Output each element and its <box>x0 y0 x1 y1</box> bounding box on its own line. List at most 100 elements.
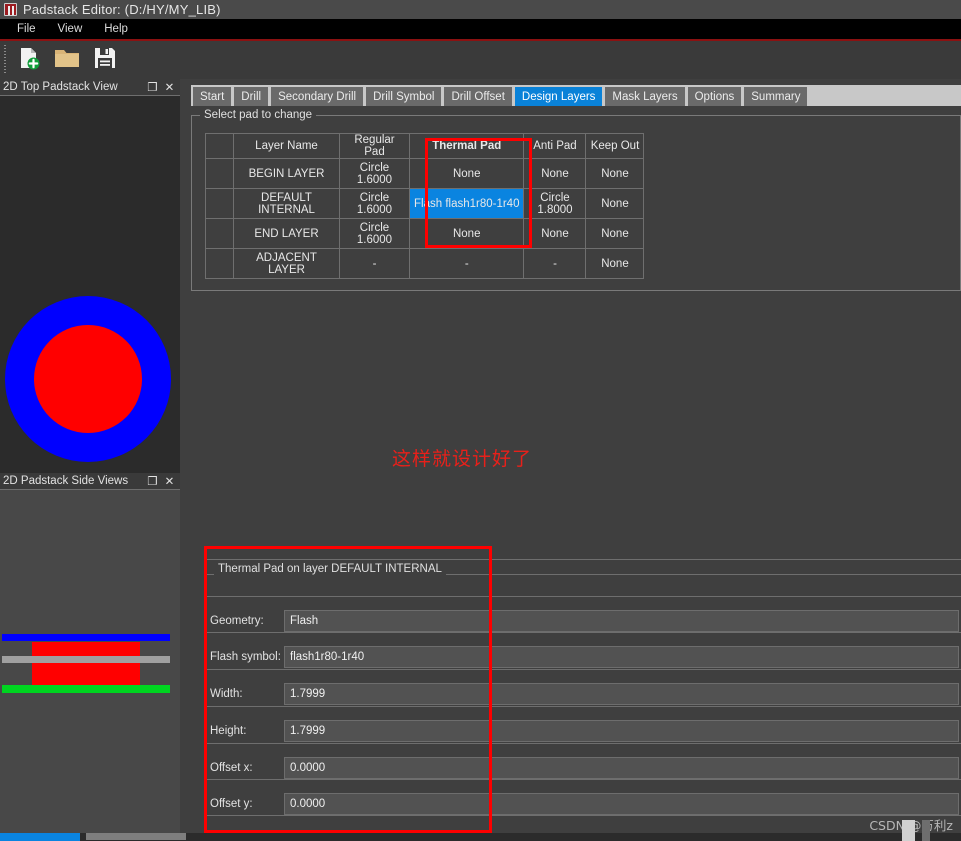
detail-form-legend: Thermal Pad on layer DEFAULT INTERNAL <box>214 563 446 575</box>
toolbar-drag-handle[interactable] <box>2 45 8 75</box>
cell-layer-name[interactable]: END LAYER <box>233 218 340 249</box>
row-selector[interactable] <box>205 188 234 219</box>
new-file-button[interactable] <box>12 43 46 77</box>
cell-anti-pad[interactable]: Circle 1.8000 <box>523 188 587 219</box>
cell-layer-name[interactable]: ADJACENT LAYER <box>233 248 340 279</box>
dock-title-top-view: 2D Top Padstack View ❐ ✕ <box>0 79 180 96</box>
tab-drill[interactable]: Drill <box>234 87 269 106</box>
top-padstack-canvas[interactable] <box>0 96 180 473</box>
row-selector[interactable] <box>205 248 234 279</box>
form-row-offset-y: Offset y: 0.0000 <box>206 791 959 817</box>
col-regular-pad[interactable]: Regular Pad <box>339 133 410 159</box>
col-keep-out[interactable]: Keep Out <box>585 133 645 159</box>
table-header-row: Layer Name Regular Pad Thermal Pad Anti … <box>205 133 645 159</box>
input-width[interactable]: 1.7999 <box>284 683 959 705</box>
label-width: Width: <box>210 688 243 700</box>
input-height[interactable]: 1.7999 <box>284 720 959 742</box>
cell-anti-pad[interactable]: None <box>523 218 587 249</box>
cell-regular-pad[interactable]: Circle 1.6000 <box>339 158 410 189</box>
col-thermal-pad[interactable]: Thermal Pad <box>408 133 525 159</box>
table-row[interactable]: BEGIN LAYER Circle 1.6000 None None None <box>205 158 645 189</box>
cell-keep-out[interactable]: None <box>585 248 645 279</box>
menu-bar: File View Help <box>0 19 961 39</box>
top-view-canvas-container[interactable] <box>0 96 180 473</box>
side-padstack-canvas[interactable] <box>0 490 180 833</box>
close-icon[interactable]: ✕ <box>161 80 178 95</box>
tab-strip: Start Drill Secondary Drill Drill Symbol… <box>191 85 961 106</box>
float-icon[interactable]: ❐ <box>144 80 161 95</box>
taskbar-item[interactable] <box>86 833 186 840</box>
menu-item-help[interactable]: Help <box>93 21 139 37</box>
bottom-taskbar-strip <box>0 820 961 841</box>
tab-drill-symbol[interactable]: Drill Symbol <box>366 87 442 106</box>
select-pad-legend: Select pad to change <box>200 109 317 121</box>
col-layer-name[interactable]: Layer Name <box>233 133 340 159</box>
cell-thermal-pad[interactable]: None <box>408 158 525 189</box>
cell-keep-out[interactable]: None <box>585 218 645 249</box>
input-geometry[interactable]: Flash <box>284 610 959 632</box>
label-flash-symbol: Flash symbol: <box>210 651 281 663</box>
table-row[interactable]: ADJACENT LAYER - - - None <box>205 248 645 279</box>
window-title: Padstack Editor: (D:/HY/MY_LIB) <box>23 2 221 17</box>
close-icon[interactable]: ✕ <box>161 474 178 489</box>
float-icon[interactable]: ❐ <box>144 474 161 489</box>
table-row[interactable]: END LAYER Circle 1.6000 None None None <box>205 218 645 249</box>
tab-design-layers[interactable]: Design Layers <box>514 87 603 106</box>
cell-regular-pad[interactable]: Circle 1.6000 <box>339 218 410 249</box>
cell-layer-name[interactable]: DEFAULT INTERNAL <box>233 188 340 219</box>
form-row-geometry: Geometry: Flash <box>206 608 959 634</box>
application-window: Padstack Editor: (D:/HY/MY_LIB) File Vie… <box>0 0 961 841</box>
padstack-editor-icon <box>4 3 17 16</box>
col-anti-pad[interactable]: Anti Pad <box>523 133 587 159</box>
dock-title-label-top-view: 2D Top Padstack View <box>3 81 118 93</box>
tab-mask-layers[interactable]: Mask Layers <box>605 87 685 106</box>
side-pad-graphic <box>2 634 170 693</box>
save-file-button[interactable] <box>88 43 122 77</box>
save-disk-icon <box>92 45 118 76</box>
open-file-button[interactable] <box>50 43 84 77</box>
side-view-canvas-container[interactable] <box>0 490 180 833</box>
tab-start[interactable]: Start <box>193 87 232 106</box>
tab-options[interactable]: Options <box>687 87 742 106</box>
row-selector[interactable] <box>205 158 234 189</box>
cell-keep-out[interactable]: None <box>585 158 645 189</box>
row-selector[interactable] <box>205 218 234 249</box>
label-height: Height: <box>210 725 247 737</box>
dock-2d-top-padstack-view: 2D Top Padstack View ❐ ✕ <box>0 79 180 473</box>
dock-2d-padstack-side-views: 2D Padstack Side Views ❐ ✕ <box>0 473 180 833</box>
cell-layer-name[interactable]: BEGIN LAYER <box>233 158 340 189</box>
cell-anti-pad[interactable]: None <box>523 158 587 189</box>
cell-thermal-pad-selected[interactable]: Flash flash1r80-1r40 <box>408 188 525 219</box>
title-bar: Padstack Editor: (D:/HY/MY_LIB) <box>0 0 961 19</box>
thermal-pad-detail-form: Thermal Pad on layer DEFAULT INTERNAL Ge… <box>206 563 961 825</box>
menu-item-file[interactable]: File <box>6 21 47 37</box>
cell-keep-out[interactable]: None <box>585 188 645 219</box>
scrollbar-track[interactable] <box>922 820 930 841</box>
tab-summary[interactable]: Summary <box>744 87 808 106</box>
open-folder-icon <box>53 45 81 76</box>
pad-layers-table[interactable]: Layer Name Regular Pad Thermal Pad Anti … <box>205 133 645 279</box>
pane-rule <box>206 559 961 560</box>
label-geometry: Geometry: <box>210 615 264 627</box>
cell-anti-pad[interactable]: - <box>523 248 587 279</box>
select-pad-groupbox: Select pad to change Layer Name Regular … <box>191 109 961 291</box>
tab-secondary-drill[interactable]: Secondary Drill <box>271 87 364 106</box>
table-row[interactable]: DEFAULT INTERNAL Circle 1.6000 Flash fla… <box>205 188 645 219</box>
menu-item-view[interactable]: View <box>47 21 94 37</box>
form-row-width: Width: 1.7999 <box>206 681 959 707</box>
form-row-offset-x: Offset x: 0.0000 <box>206 755 959 781</box>
cell-regular-pad[interactable]: - <box>339 248 410 279</box>
tab-drill-offset[interactable]: Drill Offset <box>444 87 512 106</box>
new-file-icon <box>16 45 42 76</box>
form-row-height: Height: 1.7999 <box>206 718 959 744</box>
top-pad-graphic <box>5 296 171 462</box>
input-flash-symbol[interactable]: flash1r80-1r40 <box>284 646 959 668</box>
input-offset-x[interactable]: 0.0000 <box>284 757 959 779</box>
input-offset-y[interactable]: 0.0000 <box>284 793 959 815</box>
main-toolbar <box>0 41 961 79</box>
cell-regular-pad[interactable]: Circle 1.6000 <box>339 188 410 219</box>
cell-thermal-pad[interactable]: None <box>408 218 525 249</box>
cell-thermal-pad[interactable]: - <box>408 248 525 279</box>
scrollbar-thumb[interactable] <box>902 820 915 841</box>
taskbar-active-indicator[interactable] <box>0 833 80 841</box>
